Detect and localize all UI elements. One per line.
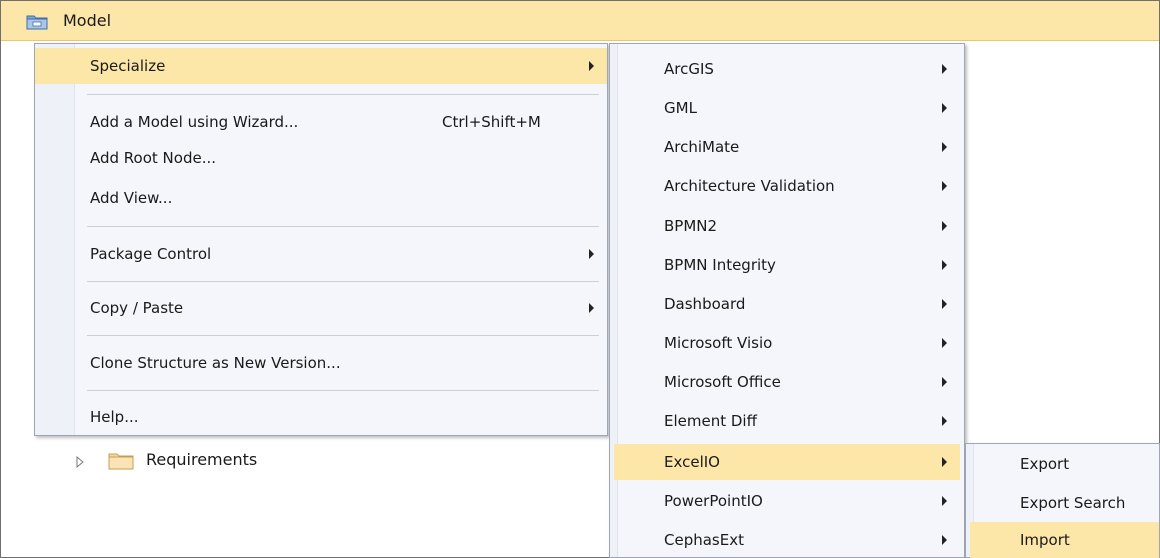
- menu-item-label: ExcelIO: [664, 453, 720, 471]
- menu-item-label: ArcGIS: [664, 60, 714, 78]
- expand-triangle-icon[interactable]: [74, 454, 86, 469]
- submenu-arrow-icon: [942, 221, 947, 231]
- menu-item-label: Help...: [90, 408, 139, 426]
- menu-item-copy-paste[interactable]: Copy / Paste: [35, 290, 607, 326]
- submenu-arrow-icon: [942, 338, 947, 348]
- menu-item-label: ArchiMate: [664, 138, 740, 156]
- menu-item-shortcut: Ctrl+Shift+M: [442, 113, 541, 131]
- submenu-arrow-icon: [589, 61, 594, 71]
- submenu-arrow-icon: [942, 64, 947, 74]
- menu-item-label: GML: [664, 99, 697, 117]
- specialize-submenu: ArcGIS GML ArchiMate Architecture Valida…: [609, 43, 965, 558]
- menu-separator: [87, 390, 599, 391]
- menu-item-label: Package Control: [90, 245, 212, 263]
- menu-item-label: Architecture Validation: [664, 177, 835, 195]
- menu-item-dashboard[interactable]: Dashboard: [610, 286, 964, 322]
- menu-item-add-view[interactable]: Add View...: [35, 180, 607, 216]
- submenu-arrow-icon: [589, 249, 594, 259]
- submenu-arrow-icon: [942, 535, 947, 545]
- model-node-header[interactable]: Model: [1, 1, 1159, 41]
- tree-item-label: Requirements: [146, 450, 258, 469]
- submenu-arrow-icon: [942, 299, 947, 309]
- submenu-arrow-icon: [942, 377, 947, 387]
- menu-item-specialize[interactable]: Specialize: [35, 48, 607, 84]
- menu-item-label: Add a Model using Wizard...: [90, 113, 299, 131]
- model-title: Model: [63, 11, 112, 30]
- menu-item-label: Specialize: [90, 57, 166, 75]
- menu-separator: [87, 335, 599, 336]
- menu-item-label: Clone Structure as New Version...: [90, 354, 341, 372]
- menu-item-label: Dashboard: [664, 295, 746, 313]
- menu-item-label: Microsoft Visio: [664, 334, 773, 352]
- menu-item-gml[interactable]: GML: [610, 90, 964, 126]
- menu-item-label: PowerPointIO: [664, 492, 763, 510]
- menu-separator: [87, 226, 599, 227]
- submenu-arrow-icon: [942, 103, 947, 113]
- menu-item-arcgis[interactable]: ArcGIS: [610, 51, 964, 87]
- package-folder-icon: [26, 13, 48, 30]
- menu-item-label: Import: [1020, 531, 1070, 549]
- menu-item-label: Export Search: [1020, 494, 1126, 512]
- menu-item-clone-structure[interactable]: Clone Structure as New Version...: [35, 345, 607, 381]
- menu-item-help[interactable]: Help...: [35, 399, 607, 435]
- submenu-arrow-icon: [942, 260, 947, 270]
- submenu-arrow-icon: [942, 416, 947, 426]
- menu-item-label: Export: [1020, 455, 1070, 473]
- menu-item-powerpointio[interactable]: PowerPointIO: [610, 483, 964, 519]
- submenu-arrow-icon: [942, 496, 947, 506]
- menu-item-architecture-validation[interactable]: Architecture Validation: [610, 168, 964, 204]
- menu-item-label: Copy / Paste: [90, 299, 184, 317]
- menu-item-label: Add Root Node...: [90, 149, 217, 167]
- folder-icon: [108, 452, 134, 470]
- menu-item-package-control[interactable]: Package Control: [35, 236, 607, 272]
- menu-item-import[interactable]: Import: [970, 522, 1159, 558]
- menu-item-label: BPMN2: [664, 217, 718, 235]
- menu-item-microsoft-visio[interactable]: Microsoft Visio: [610, 325, 964, 361]
- menu-item-bpmn-integrity[interactable]: BPMN Integrity: [610, 247, 964, 283]
- menu-item-bpmn2[interactable]: BPMN2: [610, 208, 964, 244]
- excelio-submenu: Export Export Search Import: [965, 443, 1160, 558]
- menu-item-label: Element Diff: [664, 412, 757, 430]
- menu-item-add-model-wizard[interactable]: Add a Model using Wizard... Ctrl+Shift+M: [35, 104, 607, 140]
- menu-item-element-diff[interactable]: Element Diff: [610, 403, 964, 439]
- menu-item-label: Add View...: [90, 189, 173, 207]
- menu-item-add-root-node[interactable]: Add Root Node...: [35, 140, 607, 176]
- menu-item-export[interactable]: Export: [966, 446, 1159, 482]
- context-menu: Specialize Add a Model using Wizard... C…: [34, 43, 608, 436]
- submenu-arrow-icon: [589, 303, 594, 313]
- submenu-arrow-icon: [942, 181, 947, 191]
- menu-separator: [87, 281, 599, 282]
- menu-item-microsoft-office[interactable]: Microsoft Office: [610, 364, 964, 400]
- submenu-arrow-icon: [942, 142, 947, 152]
- menu-item-label: CephasExt: [664, 531, 744, 549]
- menu-item-archimate[interactable]: ArchiMate: [610, 129, 964, 165]
- menu-item-cephasext[interactable]: CephasExt: [610, 522, 964, 558]
- menu-item-label: BPMN Integrity: [664, 256, 776, 274]
- menu-separator: [87, 94, 599, 95]
- menu-item-label: Microsoft Office: [664, 373, 781, 391]
- menu-item-excelio[interactable]: ExcelIO: [614, 444, 960, 480]
- menu-item-export-search[interactable]: Export Search: [966, 485, 1159, 521]
- submenu-arrow-icon: [942, 457, 947, 467]
